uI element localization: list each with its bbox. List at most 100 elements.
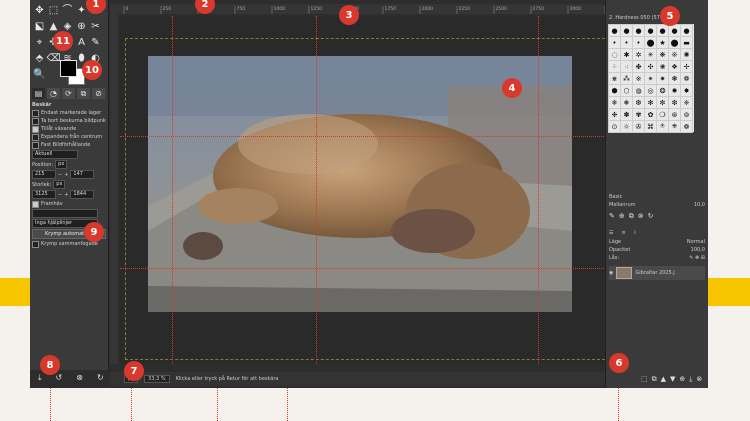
spacing-value[interactable]: 10,0 [694,201,705,209]
tab-device-status[interactable]: ◔ [47,88,60,99]
guide-line [120,136,630,137]
tab-tool-options[interactable]: ▤ [32,88,45,99]
foreground-color[interactable] [60,60,77,77]
paint-icon[interactable]: ⬘ [33,52,46,65]
minus-icon[interactable]: − [58,191,62,199]
spacing-label: Mellanrum [609,202,636,208]
edit-brush-icon[interactable]: ✎ [609,212,615,222]
raise-layer-icon[interactable]: ▲ [661,375,666,385]
checkbox[interactable] [32,125,39,133]
ruler-label: 2750 [533,6,545,12]
zoom-icon[interactable]: 🔍 [33,68,46,81]
position-x-input[interactable]: 215 [32,170,56,179]
horizontal-ruler[interactable]: 0250500750100012501500175020002250250027… [110,4,630,14]
tab-undo-history[interactable]: ⟳ [62,88,75,99]
lock-row: Lås: ✎ ✥ ⊞ [609,254,705,262]
size-unit[interactable]: px [53,180,66,189]
checkbox[interactable] [32,240,39,248]
brush-swatch[interactable]: ☸ [680,120,693,133]
mode-select[interactable]: Normal [687,238,705,246]
new-layer-icon[interactable]: ⬚ [641,375,648,385]
bucket-icon[interactable]: ⊕ [75,20,88,33]
image-canvas[interactable] [120,16,630,364]
lasso-icon[interactable]: ⌒ [61,4,74,17]
rect-select-icon[interactable]: ⬚ [47,4,60,17]
layers-tabs: ☰ ≡ ⌇ [609,228,705,238]
plus-icon[interactable]: + [64,191,68,199]
lock-icons[interactable]: ✎ ✥ ⊞ [689,254,705,262]
pencil-icon[interactable]: ✎ [89,36,102,49]
position-y-input[interactable]: 147 [70,170,95,179]
toolbox: ✥ ⬚ ⌒ ✦ ⤢ ⬕ ▲ ◈ ⊕ ✂ ⌖ ✜ A ✎ ⬘ ⌫ ≋ ⬮ ◐ 🔍 [30,0,109,382]
tab-close[interactable]: ⊘ [92,88,105,99]
leader-line [618,388,619,421]
options-title: Beskär [32,102,52,108]
delete-layer-icon[interactable]: ⊗ [696,375,702,385]
checkbox[interactable] [32,117,39,125]
size-w-input[interactable]: 3125 [32,190,56,199]
position-unit[interactable]: px [55,160,68,169]
duplicate-layer-icon[interactable]: ⧉ [652,375,657,385]
eye-icon[interactable]: ◉ [609,270,613,276]
highlight-opacity-slider[interactable] [32,209,98,218]
option-allow-growing[interactable]: Tillåt växande [32,125,106,133]
brush-grid[interactable]: ● ● ● ● ● ● ● • • • ⬤ ★ ⬤ ▬ ◌ ✱ ✲ ✳ ❋ ❊ ✺ ⁘ ⁖ ✤ ✣ ❀ ❖ ✢ ⋇ ⁂ ※ ✴ ✷ ❃ ❁ ⬢ ⬡ ◍ ◎ ❂… [608,24,694,133]
restore-icon[interactable]: ↺ [56,373,63,385]
duplicate-brush-icon[interactable]: ⧉ [629,212,634,222]
minus-icon[interactable]: − [58,171,62,179]
refresh-brush-icon[interactable]: ↻ [648,212,654,222]
anchor-icon[interactable]: ⊕ [679,375,685,385]
opacity-row[interactable]: Opacitet 100,0 [609,246,705,254]
lower-layer-icon[interactable]: ▼ [670,375,675,385]
aspect-current[interactable]: Aktuell [32,150,78,159]
zoom-select[interactable]: 33,3 % [144,375,170,383]
color-swatches[interactable] [60,60,85,85]
checkbox[interactable] [32,141,39,149]
ruler-label: 0 [126,6,129,12]
mode-label: Läge [609,239,622,245]
brush-tag[interactable]: Basic [609,193,705,201]
status-hint: Klicka eller tryck på Retur för att besk… [175,376,279,382]
spacing-row[interactable]: Mellanrum 10,0 [609,201,705,209]
ruler-label: 2250 [459,6,471,12]
move-tool-icon[interactable]: ✥ [33,4,46,17]
right-dock: 2. Hardness 050 (57 × 57) ● ● ● ● ● ● ● • • • ⬤ ★ ⬤ ▬… [605,0,708,388]
option-selected-layers[interactable]: Endast markerade lager [32,109,106,117]
callout-6: 6 [609,353,629,373]
ruler-ticks: 0250500750100012501500175020002250250027… [123,6,618,14]
option-fixed-aspect[interactable]: Fast Bildförhållande [32,141,106,149]
checkbox[interactable] [32,109,39,117]
merge-icon[interactable]: ⤓ [689,375,692,385]
status-bar: px 33,3 % Klicka eller tryck på Retur fö… [110,372,644,386]
checkbox[interactable] [32,200,39,208]
layer-item[interactable]: ◉ Gibraltar 2025.j [609,266,705,280]
save-options-icon[interactable]: ⤓ [38,373,42,385]
layer-name[interactable]: Gibraltar 2025.j [635,270,674,276]
delete-brush-icon[interactable]: ⊗ [638,212,644,222]
scissors-icon[interactable]: ✂ [89,20,102,33]
option-delete-cropped[interactable]: Ta bort beskurna bildpunkter [32,117,106,125]
mode-row[interactable]: Läge Normal [609,238,705,246]
tab-images[interactable]: ⧉ [77,88,90,99]
transform-icon[interactable]: ⬕ [33,20,46,33]
callout-3: 3 [339,5,359,25]
plus-icon[interactable]: + [64,171,68,179]
ruler-label: 3000 [570,6,582,12]
option-highlight[interactable]: Framhäv [32,200,106,208]
option-expand-center[interactable]: Expandera från centrum [32,133,106,141]
delete-icon[interactable]: ⊗ [76,373,83,385]
size-h-input[interactable]: 1844 [70,190,95,199]
layers-tab-icon[interactable]: ☰ [609,230,613,236]
paths-tab-icon[interactable]: ⌇ [634,230,636,236]
channels-tab-icon[interactable]: ≡ [621,230,625,236]
eraser-icon[interactable]: ⌫ [46,52,60,65]
new-brush-icon[interactable]: ⊕ [619,212,625,222]
dock-tabs: ▤ ◔ ⟳ ⧉ ⊘ [32,88,106,100]
heal-icon[interactable]: ⌖ [33,36,46,49]
opacity-value[interactable]: 100,0 [691,246,705,254]
text-tool-icon[interactable]: A [75,36,88,49]
ruler-label: 2500 [496,6,508,12]
reset-icon[interactable]: ↻ [97,373,104,385]
checkbox[interactable] [32,133,39,141]
vertical-ruler[interactable] [110,14,118,364]
